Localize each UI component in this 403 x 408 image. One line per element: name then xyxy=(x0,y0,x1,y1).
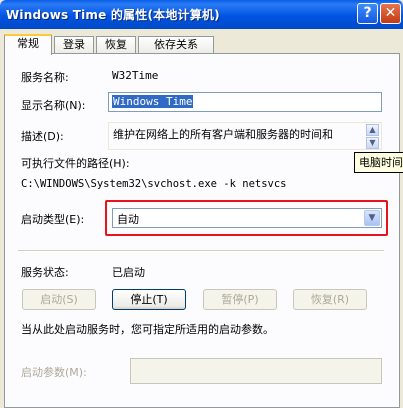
hint-text: 当从此处启动服务时，您可指定所适用的启动参数。 xyxy=(21,323,274,336)
service-status-value: 已启动 xyxy=(112,266,145,279)
resume-button[interactable]: 恢复(R) xyxy=(293,289,367,310)
exe-path-value: C:\WINDOWS\System32\svchost.exe -k netsv… xyxy=(21,178,287,190)
divider xyxy=(18,250,384,252)
service-name-value: W32Time xyxy=(112,69,159,82)
tab-general[interactable]: 常规 xyxy=(4,34,52,55)
start-params-input[interactable] xyxy=(130,358,382,384)
help-icon: ? xyxy=(363,5,372,21)
start-button[interactable]: 启动(S) xyxy=(22,289,96,310)
pause-button[interactable]: 暂停(P) xyxy=(203,289,277,310)
display-name-label: 显示名称(N): xyxy=(21,99,86,112)
tab-dependencies[interactable]: 依存关系 xyxy=(138,36,214,54)
help-button[interactable]: ? xyxy=(357,3,378,24)
window-title: Windows Time 的属性(本地计算机) xyxy=(6,8,220,22)
tab-recovery[interactable]: 恢复 xyxy=(96,36,136,54)
highlight-outline xyxy=(105,200,388,236)
start-params-label: 启动参数(M): xyxy=(21,366,87,379)
tab-logon[interactable]: 登录 xyxy=(54,36,94,54)
close-icon: ✕ xyxy=(384,5,397,21)
exe-path-label: 可执行文件的路径(H): xyxy=(21,157,130,170)
description-text: 维护在网络上的所有客户端和服务器的时间和 xyxy=(113,128,333,141)
service-name-label: 服务名称: xyxy=(21,71,69,84)
startup-type-label: 启动类型(E): xyxy=(21,213,85,226)
scroll-down-icon[interactable]: ▼ xyxy=(366,137,379,149)
display-name-field[interactable]: Windows Time xyxy=(108,92,382,112)
display-name-selected-text: Windows Time xyxy=(112,95,194,108)
scroll-up-icon[interactable]: ▲ xyxy=(366,124,379,136)
description-field[interactable]: 维护在网络上的所有客户端和服务器的时间和 ▲ ▼ xyxy=(108,122,382,150)
title-bar[interactable]: Windows Time 的属性(本地计算机) ? ✕ xyxy=(0,0,403,29)
tooltip: 电脑时间 xyxy=(354,152,403,173)
description-label: 描述(D): xyxy=(21,130,64,143)
service-status-label: 服务状态: xyxy=(21,266,69,279)
close-button[interactable]: ✕ xyxy=(380,3,401,24)
stop-button[interactable]: 停止(T) xyxy=(112,289,186,310)
